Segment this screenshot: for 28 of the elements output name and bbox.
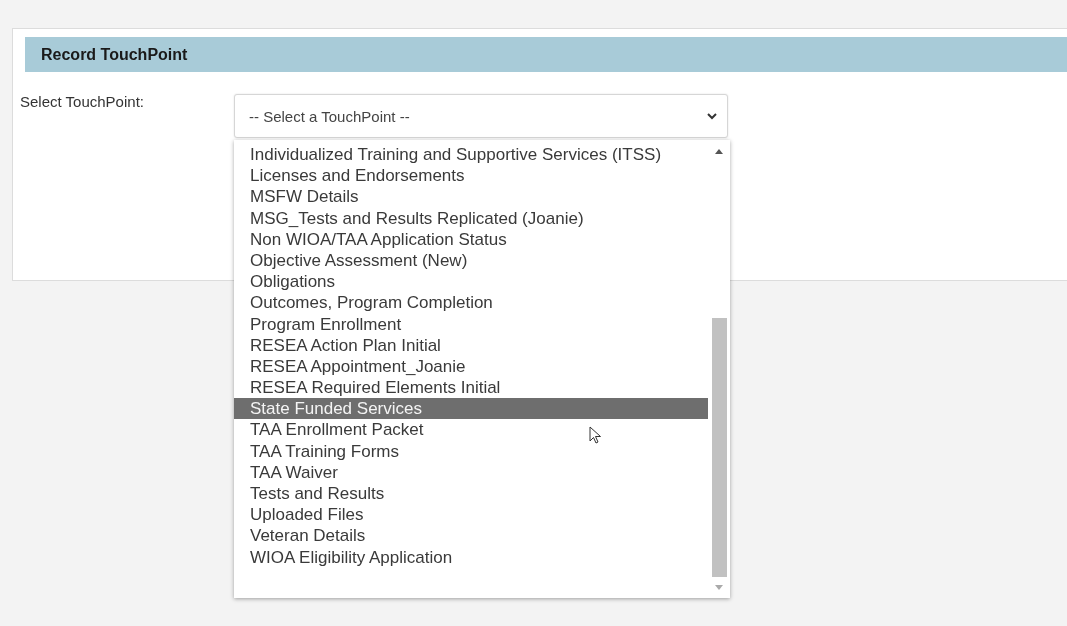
scroll-down-icon[interactable] [715, 585, 723, 590]
dropdown-option[interactable]: TAA Enrollment Packet [234, 419, 708, 441]
touchpoint-select[interactable]: -- Select a TouchPoint -- [234, 94, 728, 138]
chevron-down-icon [707, 112, 717, 120]
dropdown-option[interactable]: Non WIOA/TAA Application Status [234, 228, 708, 250]
dropdown-option[interactable]: MSFW Details [234, 186, 708, 208]
dropdown-option[interactable]: Licenses and Endorsements [234, 165, 708, 187]
dropdown-option[interactable]: RESEA Action Plan Initial [234, 334, 708, 356]
scroll-up-icon[interactable] [715, 149, 723, 154]
dropdown-option[interactable]: Tests and Results [234, 483, 708, 505]
dropdown-option[interactable]: Individualized Training and Supportive Services (ITSS) [234, 144, 708, 166]
dropdown-option[interactable]: Veteran Details [234, 525, 708, 547]
dropdown-option[interactable]: Objective Assessment (New) [234, 249, 708, 272]
dropdown-option[interactable]: RESEA Appointment_Joanie [234, 355, 708, 378]
dropdown-option[interactable]: Outcomes, Program Completion [234, 292, 708, 314]
dropdown-option[interactable]: Uploaded Files [234, 504, 708, 526]
dropdown-option[interactable]: TAA Training Forms [234, 440, 708, 462]
dropdown-option[interactable]: MSG_Tests and Results Replicated (Joanie) [234, 207, 708, 229]
panel-title: Record TouchPoint [41, 45, 188, 64]
scrollbar-thumb[interactable] [712, 318, 727, 577]
dropdown-option[interactable]: TAA Waiver [234, 461, 708, 483]
cursor-icon [589, 426, 601, 444]
dropdown-option[interactable]: WIOA Eligibility Application [234, 546, 708, 568]
dropdown-option[interactable]: Program Enrollment [234, 313, 708, 335]
dropdown-option[interactable]: Obligations [234, 271, 708, 293]
dropdown-option[interactable]: State Funded Services [234, 398, 708, 420]
dropdown-option[interactable]: RESEA Required Elements Initial [234, 377, 708, 399]
field-label: Select TouchPoint: [20, 92, 145, 112]
